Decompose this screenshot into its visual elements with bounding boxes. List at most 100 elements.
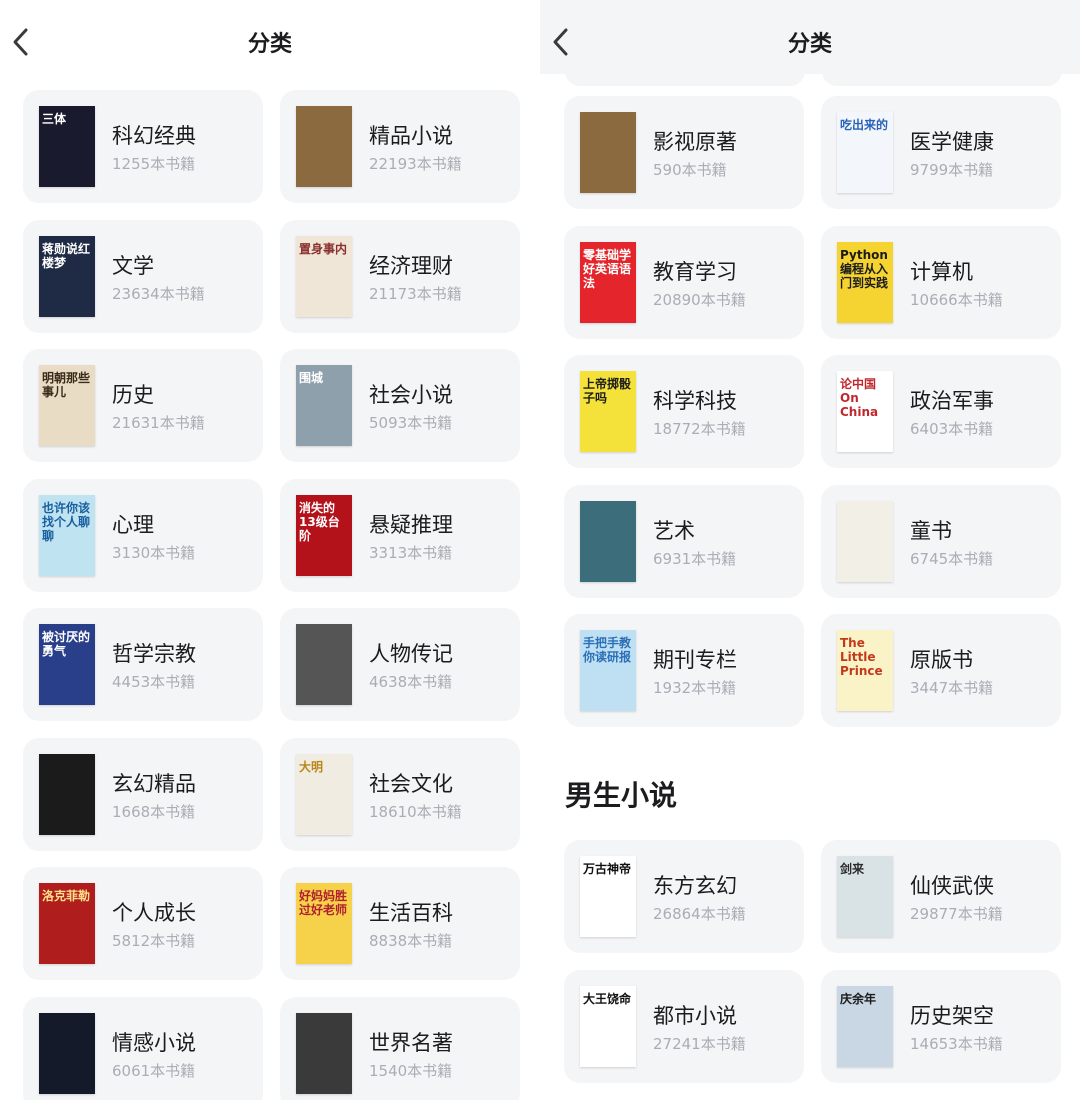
category-book-count: 5812本书籍: [112, 932, 196, 950]
category-name: 世界名著: [369, 1030, 453, 1055]
category-card[interactable]: 玄幻精品 1668本书籍: [23, 737, 263, 851]
category-book-count: 9799本书籍: [910, 161, 994, 179]
category-name: 原版书: [910, 648, 973, 672]
book-cover-image: 万古神帝: [580, 856, 636, 937]
book-cover-image: 吃出来的: [837, 112, 893, 193]
category-book-count: 18610本书籍: [369, 802, 462, 821]
category-card[interactable]: 蒋勋说红楼梦 文学 23634本书籍: [23, 219, 263, 333]
category-card[interactable]: 被讨厌的勇气 哲学宗教 4453本书籍: [23, 608, 263, 721]
book-cover-image: 好妈妈胜过好老师: [296, 883, 352, 964]
category-book-count: 18772本书籍: [653, 420, 746, 438]
book-cover-image: [580, 500, 636, 582]
book-cover-image: 庆余年: [837, 985, 893, 1067]
category-card[interactable]: 好妈妈胜过好老师 生活百科 8838本书籍: [280, 867, 520, 980]
category-card[interactable]: 洛克菲勒个人成长 5812本书籍: [23, 867, 263, 980]
category-card[interactable]: 影视原著 590本书籍: [564, 96, 804, 209]
book-cover-title: Python编程从入门到实践: [840, 247, 889, 290]
book-cover-title: 围城: [299, 371, 324, 385]
category-book-count: 3130本书籍: [112, 543, 196, 562]
book-cover-image: 也许你该找个人聊聊: [39, 494, 95, 576]
category-card[interactable]: 情感小说 6061本书籍: [23, 996, 263, 1100]
category-card[interactable]: 消失的13级台阶 悬疑推理 3313本书籍: [280, 478, 520, 592]
book-cover-title: 消失的13级台阶: [299, 500, 340, 543]
category-name: 历史架空: [910, 1003, 994, 1028]
category-book-count: 20890本书籍: [653, 290, 746, 309]
category-screen-left: 分类 三体 科幻经典 1255本书籍 精品小说 22193本书籍 蒋勋说红楼梦 文学 2363…: [0, 0, 540, 1100]
category-book-count: 1255本书籍: [112, 155, 196, 173]
category-card[interactable]: 吃出来的 医学健康 9799本书籍: [821, 96, 1061, 209]
category-card[interactable]: 明朝那些事儿 历史 21631本书籍: [23, 349, 263, 462]
book-cover-title: 三体: [42, 112, 67, 126]
book-cover-image: 大明: [296, 753, 352, 835]
category-book-count: 21173本书籍: [369, 284, 462, 303]
category-card[interactable]: 大明 社会文化 18610本书籍: [280, 737, 520, 851]
book-cover-image: [296, 106, 352, 187]
book-cover-title: 也许你该找个人聊聊: [42, 500, 91, 543]
category-card[interactable]: 上帝掷骰子吗 科学科技 18772本书籍: [564, 355, 804, 468]
category-name: 玄幻精品: [112, 771, 196, 796]
category-card[interactable]: 庆余年历史架空 14653本书籍: [821, 969, 1061, 1083]
category-book-count: 4638本书籍: [369, 673, 453, 691]
book-cover-title: 洛克菲勒: [42, 889, 91, 903]
category-name: 影视原著: [653, 130, 737, 154]
category-name: 社会小说: [369, 383, 453, 407]
category-card[interactable]: 也许你该找个人聊聊 心理 3130本书籍: [23, 478, 263, 592]
book-cover-title: 大明: [299, 759, 324, 774]
book-cover-title: 置身事内: [299, 241, 348, 256]
book-cover-image: 围城: [296, 365, 352, 446]
category-card[interactable]: Python编程从入门到实践 计算机 10666本书籍: [821, 225, 1061, 339]
category-card[interactable]: 论中国 On China 政治军事 6403本书籍: [821, 355, 1061, 468]
book-cover-image: 消失的13级台阶: [296, 494, 352, 576]
category-book-count: 3313本书籍: [369, 543, 453, 562]
category-name: 心理: [112, 512, 154, 537]
category-book-count: 14653本书籍: [910, 1034, 1003, 1053]
category-name: 情感小说: [112, 1030, 196, 1055]
book-cover-title: 好妈妈胜过好老师: [299, 889, 348, 917]
category-book-count: 21631本书籍: [112, 414, 205, 432]
category-book-count: 29877本书籍: [910, 905, 1003, 923]
category-card[interactable]: 零基础学好英语语法 教育学习 20890本书籍: [564, 225, 804, 339]
book-cover-image: 零基础学好英语语法: [580, 241, 636, 323]
book-cover-title: 上帝掷骰子吗: [583, 377, 632, 405]
category-name: 人物传记: [369, 642, 453, 666]
category-name: 历史: [112, 383, 154, 407]
category-name: 文学: [112, 253, 154, 278]
category-name: 医学健康: [910, 130, 994, 154]
category-book-count: 23634本书籍: [112, 284, 205, 303]
section-title-male-novels: 男生小说: [565, 779, 678, 812]
category-card[interactable]: 精品小说 22193本书籍: [280, 90, 520, 203]
category-card[interactable]: 三体 科幻经典 1255本书籍: [23, 90, 263, 203]
category-name: 个人成长: [112, 901, 196, 925]
category-card[interactable]: The Little Prince 原版书 3447本书籍: [821, 614, 1061, 727]
category-card[interactable]: 世界名著 1540本书籍: [280, 996, 520, 1100]
category-card[interactable]: 围城 社会小说 5093本书籍: [280, 349, 520, 462]
book-cover-image: [296, 624, 352, 705]
category-card[interactable]: 置身事内经济理财 21173本书籍: [280, 219, 520, 333]
category-book-count: 10666本书籍: [910, 290, 1003, 309]
book-cover-image: 大王饶命: [580, 985, 636, 1067]
book-cover-title: 手把手教你读研报: [583, 636, 632, 664]
category-book-count: 26864本书籍: [653, 905, 746, 923]
category-book-count: 1932本书籍: [653, 679, 737, 697]
category-name: 教育学习: [653, 259, 737, 284]
category-card[interactable]: 艺术 6931本书籍: [564, 484, 804, 598]
category-name: 生活百科: [369, 901, 453, 925]
category-book-count: 4453本书籍: [112, 673, 196, 691]
category-card[interactable]: 剑来 仙侠武侠 29877本书籍: [821, 840, 1061, 953]
book-cover-image: 三体: [39, 106, 95, 187]
book-cover-title: The Little Prince: [840, 636, 883, 678]
category-card[interactable]: 万古神帝 东方玄幻 26864本书籍: [564, 840, 804, 953]
category-name: 期刊专栏: [653, 648, 737, 672]
category-name: 经济理财: [369, 253, 453, 278]
category-card[interactable]: 人物传记 4638本书籍: [280, 608, 520, 721]
category-name: 计算机: [910, 259, 973, 284]
book-cover-title: 庆余年: [840, 991, 877, 1006]
category-book-count: 6061本书籍: [112, 1061, 196, 1080]
book-cover-image: 论中国 On China: [837, 371, 893, 452]
category-card[interactable]: 大王饶命 都市小说 27241本书籍: [564, 969, 804, 1083]
category-card[interactable]: 手把手教你读研报 期刊专栏 1932本书籍: [564, 614, 804, 727]
category-name: 政治军事: [910, 389, 994, 413]
category-book-count: 1540本书籍: [369, 1061, 453, 1080]
category-card[interactable]: 童书 6745本书籍: [821, 484, 1061, 598]
book-cover-image: 蒋勋说红楼梦: [39, 235, 95, 317]
